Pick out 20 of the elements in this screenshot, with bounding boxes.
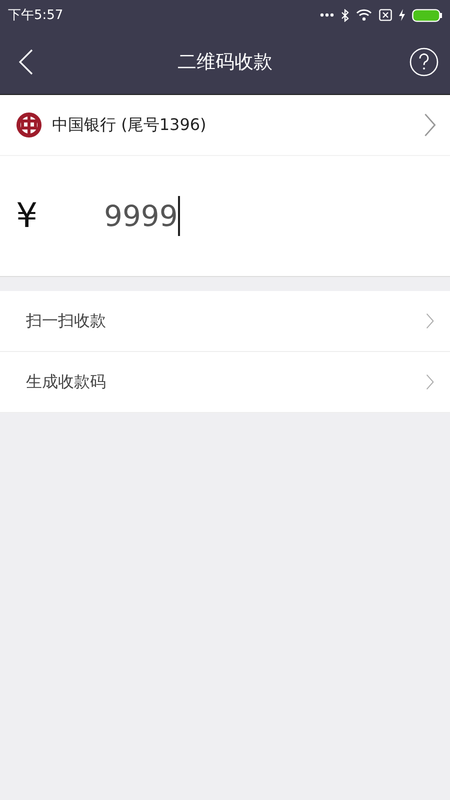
back-icon[interactable] [19, 49, 33, 75]
no-sim-icon [379, 9, 392, 21]
charging-icon [399, 9, 405, 21]
amount-input-field[interactable]: 9999 [104, 193, 180, 239]
menu-item[interactable]: 生成收款码 [0, 352, 450, 413]
bluetooth-icon [341, 8, 349, 22]
bank-logo-icon [16, 112, 42, 138]
menu-item[interactable]: 扫一扫收款 [0, 291, 450, 352]
battery-icon [412, 8, 442, 22]
chevron-right-icon [424, 113, 436, 137]
chevron-right-icon [426, 374, 434, 390]
status-time: 下午5:57 [8, 7, 64, 24]
bank-account-label: 中国银行 (尾号1396) [52, 114, 208, 136]
page-title: 二维码收款 [178, 50, 272, 75]
more-dots-icon [320, 13, 334, 17]
bank-account-row[interactable]: 中国银行 (尾号1396) [0, 95, 450, 156]
currency-symbol: ¥ [16, 196, 39, 236]
wifi-icon [356, 9, 372, 21]
chevron-right-icon [426, 313, 434, 329]
help-icon[interactable] [409, 47, 439, 77]
